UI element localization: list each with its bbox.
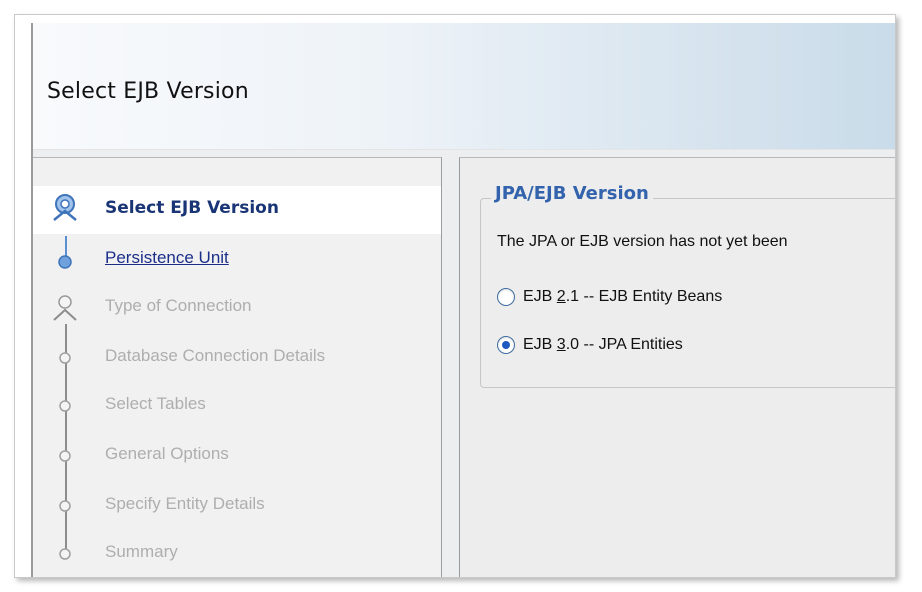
radio-label[interactable]: EJB 3.0 -- JPA Entities (523, 336, 683, 354)
step-end-icon (59, 548, 71, 560)
radio-label-suffix: .0 -- JPA Entities (565, 336, 683, 353)
step-label: Database Connection Details (105, 346, 326, 365)
wizard-steps-panel: Select EJB Version Persistence Unit Type… (33, 157, 442, 577)
page-title: Select EJB Version (47, 79, 249, 104)
step-specify-entity-details: Specify Entity Details (33, 486, 441, 526)
step-summary: Summary (33, 534, 441, 574)
radio-button-checked[interactable] (497, 336, 515, 354)
step-label: General Options (105, 444, 229, 463)
step-label: Type of Connection (105, 296, 252, 315)
wizard-content-panel: JPA/EJB Version The JPA or EJB version h… (459, 157, 895, 577)
step-dot-icon (59, 400, 71, 412)
header-divider (33, 149, 895, 150)
step-type-of-connection: Type of Connection (33, 288, 441, 328)
radio-ejb-3-0[interactable]: EJB 3.0 -- JPA Entities (497, 333, 683, 357)
step-dot-icon (59, 450, 71, 462)
radio-label-mnemonic: 2 (556, 288, 566, 305)
step-database-connection-details: Database Connection Details (33, 338, 441, 378)
step-dot-icon (58, 255, 72, 269)
radio-label-mnemonic: 3 (556, 336, 566, 353)
wizard-header: Select EJB Version (33, 23, 895, 149)
step-label: Specify Entity Details (105, 494, 265, 513)
step-label: Summary (105, 542, 178, 561)
step-general-options: General Options (33, 436, 441, 476)
radio-label-prefix: EJB (523, 288, 557, 305)
step-persistence-unit[interactable]: Persistence Unit (33, 240, 441, 280)
group-title: JPA/EJB Version (491, 183, 653, 204)
step-dot-icon (59, 352, 71, 364)
step-label: Persistence Unit (105, 248, 229, 267)
group-description: The JPA or EJB version has not yet been (497, 233, 788, 250)
step-branch-icon (53, 295, 77, 321)
radio-label-suffix: .1 -- EJB Entity Beans (565, 288, 723, 305)
jpa-ejb-version-group: JPA/EJB Version The JPA or EJB version h… (480, 183, 895, 388)
step-select-tables: Select Tables (33, 386, 441, 426)
step-select-ejb-version[interactable]: Select EJB Version (33, 190, 441, 230)
wizard-window: Select EJB Version Select EJB Version Pe… (31, 23, 895, 577)
current-step-icon (53, 194, 77, 221)
radio-label[interactable]: EJB 2.1 -- EJB Entity Beans (523, 288, 722, 306)
step-dot-icon (59, 500, 71, 512)
radio-button-unchecked[interactable] (497, 288, 515, 306)
radio-label-prefix: EJB (523, 336, 557, 353)
screenshot-frame: Select EJB Version Select EJB Version Pe… (14, 14, 896, 578)
step-label: Select Tables (105, 394, 206, 413)
radio-ejb-2-1[interactable]: EJB 2.1 -- EJB Entity Beans (497, 285, 722, 309)
step-label: Select EJB Version (105, 198, 279, 218)
